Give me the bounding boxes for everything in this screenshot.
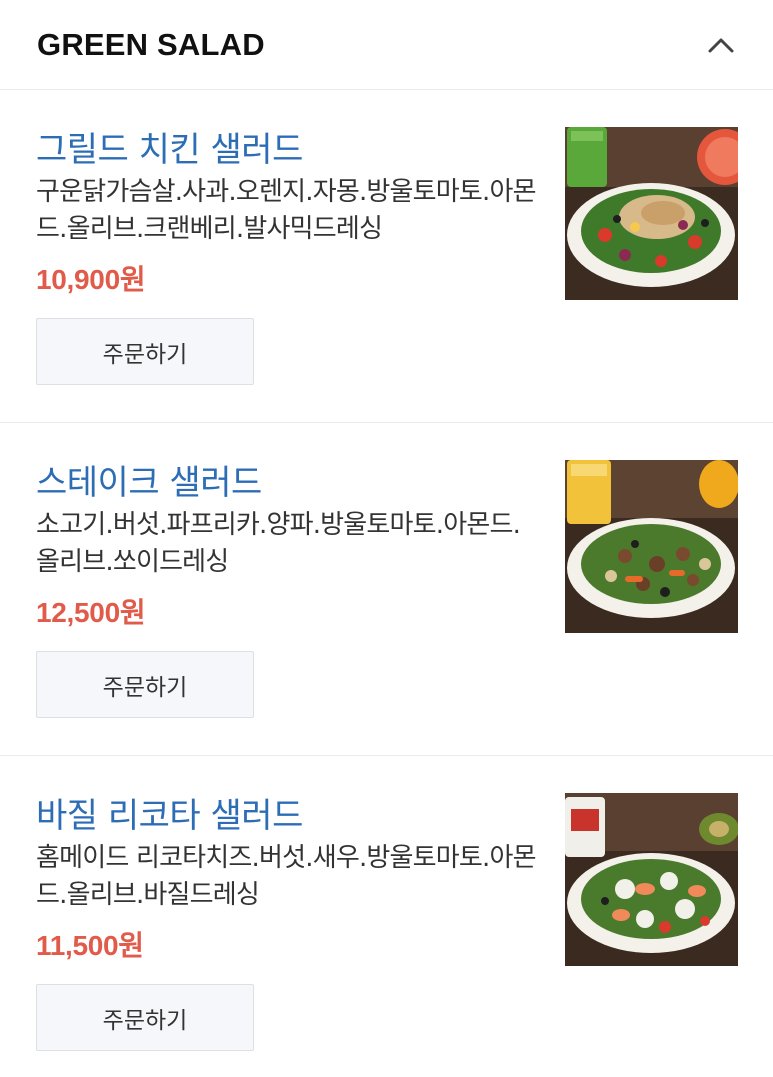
item-price: 12,500원: [36, 597, 146, 628]
basil-ricotta-salad-photo[interactable]: [565, 793, 738, 966]
item-description: 구운닭가슴살.사과.오렌지.자몽.방울토마토.아몬드.올리브.크랜베리.발사믹드…: [36, 177, 537, 244]
menu-item: 그릴드 치킨 샐러드 구운닭가슴살.사과.오렌지.자몽.방울토마토.아몬드.올리…: [0, 90, 773, 423]
item-price: 10,900원: [36, 264, 146, 295]
item-description: 소고기.버섯.파프리카.양파.방울토마토.아몬드.올리브.쏘이드레싱: [36, 510, 521, 577]
menu-item: 바질 리코타 샐러드 홈메이드 리코타치즈.버섯.새우.방울토마토.아몬드.올리…: [0, 756, 773, 1077]
menu-item: 스테이크 샐러드 소고기.버섯.파프리카.양파.방울토마토.아몬드.올리브.쏘이…: [0, 423, 773, 756]
collapse-button[interactable]: [705, 29, 737, 61]
order-button[interactable]: 주문하기: [36, 984, 254, 1051]
menu-list: 그릴드 치킨 샐러드 구운닭가슴살.사과.오렌지.자몽.방울토마토.아몬드.올리…: [0, 90, 773, 1077]
item-name[interactable]: 스테이크 샐러드: [36, 455, 262, 504]
item-name[interactable]: 그릴드 치킨 샐러드: [36, 122, 303, 171]
grilled-chicken-salad-photo[interactable]: [565, 127, 738, 300]
section-header[interactable]: GREEN SALAD: [0, 0, 773, 90]
order-button[interactable]: 주문하기: [36, 651, 254, 718]
steak-salad-photo[interactable]: [565, 460, 738, 633]
item-description: 홈메이드 리코타치즈.버섯.새우.방울토마토.아몬드.올리브.바질드레싱: [36, 843, 537, 910]
item-name[interactable]: 바질 리코타 샐러드: [36, 788, 303, 837]
item-price: 11,500원: [36, 930, 144, 961]
order-button[interactable]: 주문하기: [36, 318, 254, 385]
section-title: GREEN SALAD: [37, 26, 265, 62]
chevron-up-icon: [708, 38, 734, 52]
